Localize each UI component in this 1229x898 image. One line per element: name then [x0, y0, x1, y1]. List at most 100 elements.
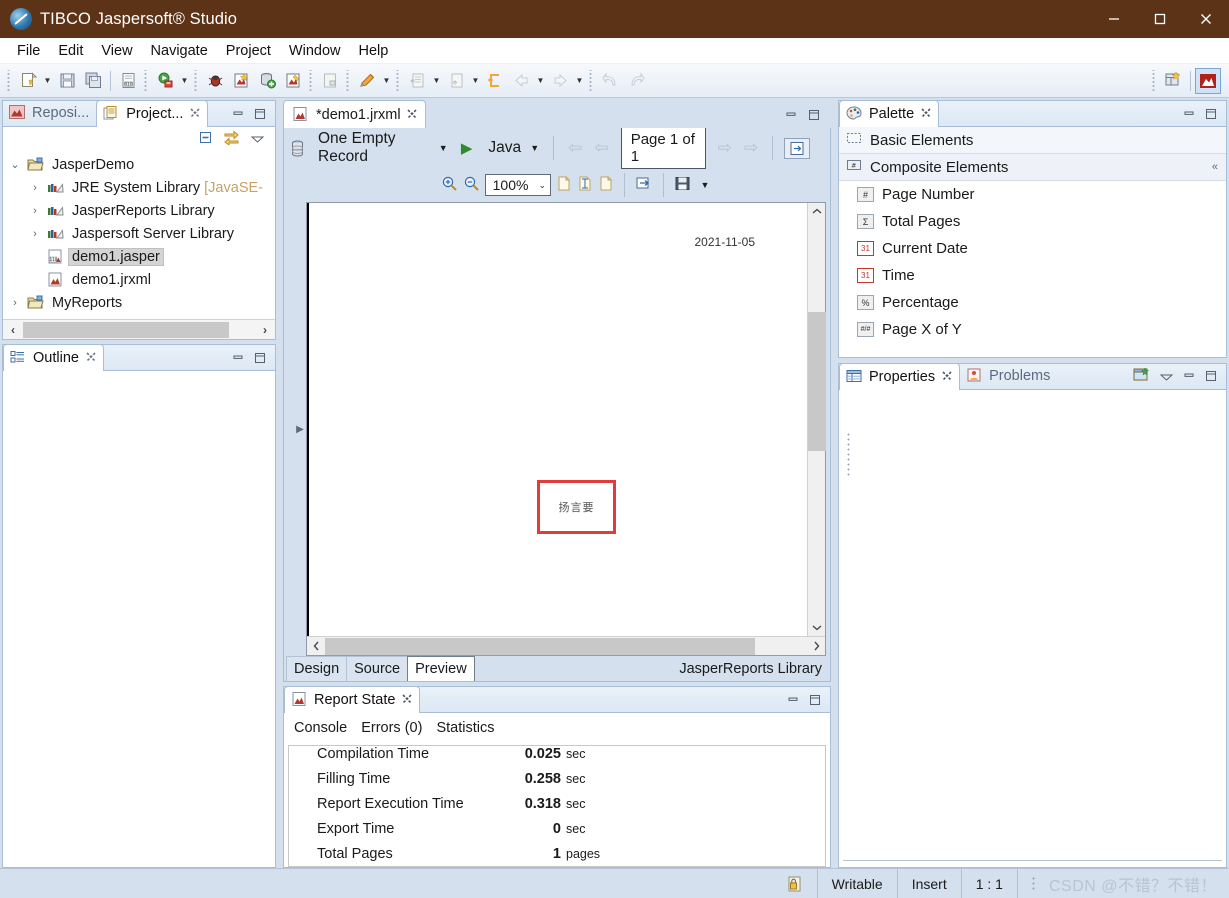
report-page[interactable]: 2021-11-05 扬言要: [307, 203, 807, 636]
chevron-down-icon[interactable]: ⌄: [538, 180, 546, 191]
maximize-icon[interactable]: [253, 351, 267, 367]
tree-item-jasperdemo[interactable]: ⌄ JasperDemo: [3, 153, 275, 176]
redo-icon[interactable]: [624, 69, 648, 93]
tab-source[interactable]: Source: [346, 656, 409, 681]
canvas-vscrollbar[interactable]: [807, 203, 826, 636]
export-to-icon[interactable]: [784, 137, 810, 159]
export-report-icon[interactable]: [635, 175, 653, 195]
compile-icon[interactable]: 010: [116, 69, 140, 93]
prev-page-icon[interactable]: ⇦: [591, 138, 611, 158]
palette-item-page-number[interactable]: # Page Number: [839, 181, 1226, 208]
back-dropdown-icon[interactable]: ▼: [534, 69, 547, 93]
canvas-hscrollbar[interactable]: [307, 636, 825, 655]
language-dropdown-icon[interactable]: ▼: [527, 137, 542, 159]
tree-item-demo1-jrxml[interactable]: demo1.jrxml: [3, 268, 275, 291]
tree-item-demo1-jasper[interactable]: 110 demo1.jasper: [3, 245, 275, 268]
palette-item-total-pages[interactable]: Σ Total Pages: [839, 208, 1226, 235]
publish-dropdown-icon[interactable]: ▼: [430, 69, 443, 93]
maximize-icon[interactable]: [807, 108, 821, 124]
scroll-down-icon[interactable]: [808, 619, 826, 636]
last-page-icon[interactable]: ⇨: [741, 138, 761, 158]
save-all-icon[interactable]: [81, 69, 105, 93]
tab-properties[interactable]: Properties: [839, 363, 961, 390]
canvas-left-gutter-expander[interactable]: ▶: [294, 202, 306, 656]
datasource-label[interactable]: One Empty Record: [314, 130, 430, 166]
close-icon[interactable]: [190, 107, 201, 121]
project-tree-hscrollbar[interactable]: ‹ ›: [3, 319, 275, 339]
tab-project-explorer[interactable]: Project...: [96, 100, 209, 127]
new-dropdown-icon[interactable]: ▼: [41, 69, 54, 93]
collapse-all-icon[interactable]: [198, 130, 213, 148]
tree-item-jasperreports-library[interactable]: › JasperReports Library: [3, 199, 275, 222]
back-icon[interactable]: [509, 69, 533, 93]
maximize-icon[interactable]: [808, 693, 822, 709]
language-label[interactable]: Java: [482, 139, 521, 157]
tab-preview[interactable]: Preview: [407, 656, 475, 681]
properties-sash-grip[interactable]: [847, 432, 850, 478]
close-icon[interactable]: [407, 107, 417, 123]
scroll-up-icon[interactable]: [808, 203, 826, 220]
tab-problems[interactable]: Problems: [960, 363, 1057, 389]
toolbar-grip-2[interactable]: [143, 69, 150, 92]
undo-icon[interactable]: [598, 69, 622, 93]
next-page-icon[interactable]: ⇨: [715, 138, 735, 158]
tab-errors[interactable]: Errors (0): [361, 720, 422, 736]
tree-item-jre-system-library[interactable]: › JRE System Library [JavaSE-: [3, 176, 275, 199]
forward-dropdown-icon[interactable]: ▼: [573, 69, 586, 93]
new-datasource-icon[interactable]: [255, 69, 279, 93]
chevron-right-icon[interactable]: ›: [27, 182, 43, 194]
close-button[interactable]: [1183, 0, 1229, 38]
palette-body[interactable]: Basic Elements # Composite Elements « # …: [839, 127, 1226, 357]
tab-palette[interactable]: Palette: [839, 100, 940, 127]
link-with-editor-icon[interactable]: [223, 130, 240, 148]
open-perspective-icon[interactable]: [1161, 69, 1185, 93]
forward-icon[interactable]: [548, 69, 572, 93]
last-edit-icon[interactable]: [483, 69, 507, 93]
save-icon[interactable]: [55, 69, 79, 93]
maximize-icon[interactable]: [1204, 107, 1218, 123]
tab-repository[interactable]: Reposi...: [3, 100, 96, 126]
new-icon[interactable]: [16, 69, 40, 93]
tab-demo1-jrxml[interactable]: *demo1.jrxml: [283, 100, 426, 128]
menu-help[interactable]: Help: [350, 41, 398, 61]
actual-size-icon[interactable]: [556, 175, 572, 195]
palette-group-composite-elements[interactable]: # Composite Elements «: [839, 154, 1226, 181]
perspective-grip[interactable]: [1151, 69, 1158, 92]
pencil-dropdown-icon[interactable]: ▼: [380, 69, 393, 93]
view-menu-icon[interactable]: [1159, 369, 1174, 385]
fit-page-icon[interactable]: [577, 175, 593, 195]
chevron-right-icon[interactable]: ›: [27, 205, 43, 217]
save-dropdown-icon[interactable]: ▼: [696, 174, 714, 196]
tree-item-myreports[interactable]: › MyReports: [3, 291, 275, 314]
upload-icon[interactable]: [444, 69, 468, 93]
menu-window[interactable]: Window: [280, 41, 350, 61]
outline-body[interactable]: [3, 371, 275, 867]
sash-left[interactable]: [278, 100, 281, 868]
scroll-right-icon[interactable]: [807, 638, 825, 655]
menu-edit[interactable]: Edit: [49, 41, 92, 61]
project-tree[interactable]: ⌄ JasperDemo › JRE System Library [JavaS…: [3, 151, 275, 319]
minimize-icon[interactable]: [1182, 369, 1196, 385]
publish-icon[interactable]: [405, 69, 429, 93]
report-design-perspective-icon[interactable]: [1195, 67, 1221, 94]
maximize-button[interactable]: [1137, 0, 1183, 38]
pencil-icon[interactable]: [355, 69, 379, 93]
minimize-icon[interactable]: [231, 107, 245, 123]
vscroll-thumb[interactable]: [807, 311, 826, 452]
palette-item-time[interactable]: 31 Time: [839, 262, 1226, 289]
tab-design[interactable]: Design: [286, 656, 348, 681]
toolbar-grip-3[interactable]: [193, 69, 200, 92]
hscroll-thumb[interactable]: [23, 321, 229, 338]
new-report-icon[interactable]: [229, 69, 253, 93]
tab-console[interactable]: Console: [294, 720, 347, 736]
tab-outline[interactable]: Outline: [3, 344, 104, 371]
hscroll-thumb[interactable]: [325, 637, 755, 655]
toolbar-grip-4[interactable]: [308, 69, 315, 92]
fit-width-icon[interactable]: [598, 175, 614, 195]
page-indicator[interactable]: Page 1 of 1: [620, 127, 706, 169]
maximize-icon[interactable]: [1204, 369, 1218, 385]
collapse-group-icon[interactable]: «: [1212, 161, 1218, 173]
palette-item-current-date[interactable]: 31 Current Date: [839, 235, 1226, 262]
close-icon[interactable]: [942, 370, 952, 384]
datasource-dropdown-icon[interactable]: ▼: [436, 137, 451, 159]
